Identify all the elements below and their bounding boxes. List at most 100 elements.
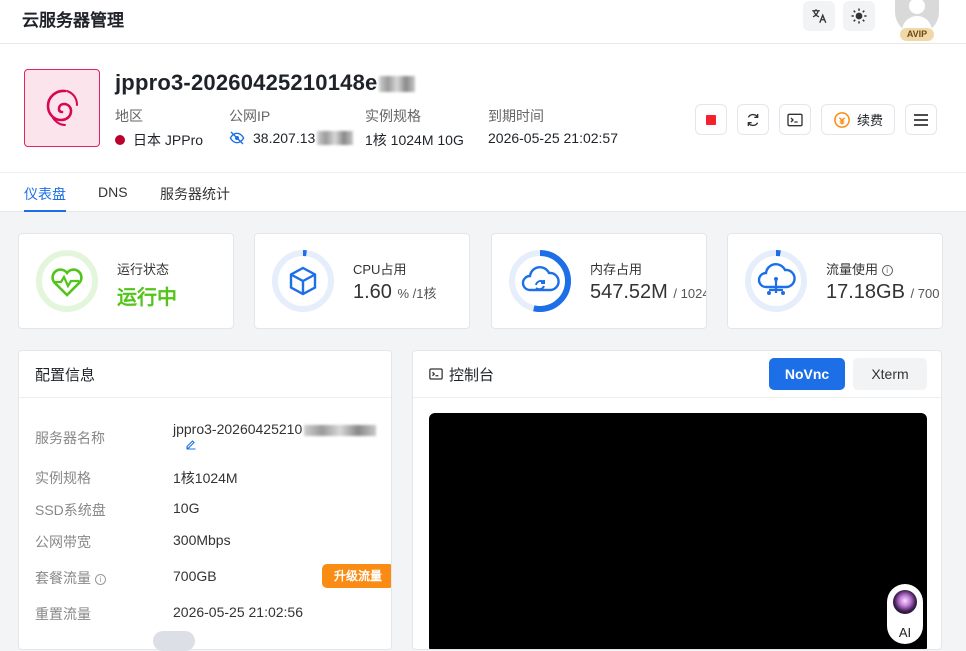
terminal-icon xyxy=(429,368,443,380)
config-panel: 配置信息 服务器名称 jppro3-20260425210 实例规格 1核1024… xyxy=(18,350,392,650)
cpu-value: 1.60 % /1核 xyxy=(353,281,437,304)
server-name-text: jppro3-20260425210148e xyxy=(115,70,378,95)
config-key: 服务器名称 xyxy=(35,430,105,446)
server-header: jppro3-20260425210148e 地区 日本 JPPro 公网IP … xyxy=(0,44,966,172)
meta-spec: 实例规格 1核 1024M 10G xyxy=(365,106,464,150)
memory-ring xyxy=(509,250,571,312)
expire-label: 到期时间 xyxy=(488,108,544,124)
traffic-value: 17.18GB / 700 xyxy=(826,281,939,304)
novnc-button[interactable]: NoVnc xyxy=(769,358,845,390)
tab-dashboard[interactable]: 仪表盘 xyxy=(24,184,66,204)
theme-toggle-button[interactable] xyxy=(843,1,875,31)
config-title: 配置信息 xyxy=(19,351,391,398)
cpu-label: CPU占用 xyxy=(353,262,407,277)
restart-button[interactable] xyxy=(737,104,769,135)
traffic-unit: / 700 xyxy=(910,286,940,301)
traffic-value-number: 17.18GB xyxy=(826,281,905,303)
debian-logo xyxy=(24,69,100,147)
status-label: 运行状态 xyxy=(117,262,170,277)
ai-label: AI xyxy=(898,625,912,640)
redacted-mask xyxy=(379,76,416,93)
memory-value-number: 547.52M xyxy=(590,281,668,303)
console-screen[interactable] xyxy=(429,413,927,649)
toggle-switch[interactable] xyxy=(153,631,195,651)
region-value: 日本 JPPro xyxy=(133,132,204,148)
spec-value: 1核 1024M 10G xyxy=(365,132,464,148)
cpu-value-number: 1.60 xyxy=(353,281,392,303)
config-key: 实例规格 xyxy=(35,470,91,486)
config-key: SSD系统盘 xyxy=(35,502,106,518)
traffic-ring xyxy=(745,250,807,312)
meta-region: 地区 日本 JPPro xyxy=(115,106,203,150)
region-label: 地区 xyxy=(115,108,143,124)
status-card: 运行状态 运行中 xyxy=(18,233,234,329)
xterm-button[interactable]: Xterm xyxy=(853,358,927,390)
meta-expire: 到期时间 2026-05-25 21:02:57 xyxy=(488,106,618,146)
ip-value: 38.207.13 xyxy=(253,130,316,146)
debian-swirl-icon xyxy=(46,89,78,126)
memory-card: 内存占用 547.52M / 1024M xyxy=(491,233,707,329)
more-menu-button[interactable] xyxy=(905,104,937,135)
menu-icon xyxy=(914,113,928,126)
edit-icon[interactable] xyxy=(185,438,197,450)
info-icon[interactable]: i xyxy=(94,574,106,585)
terminal-icon xyxy=(787,113,803,126)
upgrade-traffic-button[interactable]: 升级流量 xyxy=(322,564,391,588)
cpu-ring xyxy=(272,250,334,312)
traffic-card: 流量使用 i 17.18GB / 700 xyxy=(727,233,943,329)
config-value: jppro3-20260425210 xyxy=(173,421,377,437)
info-icon[interactable]: i xyxy=(881,265,893,276)
console-panel: 控制台 NoVnc Xterm xyxy=(412,350,942,650)
spec-label: 实例规格 xyxy=(365,108,421,124)
ai-assistant-button[interactable]: AI xyxy=(887,584,923,644)
tab-server-stats[interactable]: 服务器统计 xyxy=(160,184,230,204)
cube-icon xyxy=(289,266,317,296)
top-bar: 云服务器管理 AVIP xyxy=(0,0,966,44)
active-tab-underline xyxy=(24,210,66,212)
config-key: 公网带宽 xyxy=(35,534,91,550)
cloud-sync-icon xyxy=(521,266,560,292)
translate-icon xyxy=(812,9,827,24)
meta-ip: 公网IP 38.207.13 xyxy=(229,106,354,146)
ai-orb-icon xyxy=(893,590,917,614)
config-value: 2026-05-25 21:02:56 xyxy=(173,604,303,620)
server-name-value: jppro3-20260425210 xyxy=(173,421,303,437)
status-ring xyxy=(36,250,98,312)
memory-value: 547.52M / 1024M xyxy=(590,281,706,304)
coin-icon xyxy=(834,111,850,128)
traffic-label: 流量使用 i xyxy=(826,259,893,278)
cpu-unit: % /1核 xyxy=(397,286,437,301)
vip-badge: AVIP xyxy=(900,28,934,41)
japan-flag-icon xyxy=(115,135,125,145)
tab-bar: 仪表盘 DNS 服务器统计 xyxy=(0,172,966,212)
translate-button[interactable] xyxy=(803,1,835,31)
config-key: 套餐流量 i xyxy=(35,568,155,588)
redacted-mask xyxy=(304,424,377,436)
stop-button[interactable] xyxy=(695,104,727,135)
config-value: 10G xyxy=(173,500,200,516)
redacted-mask xyxy=(317,131,354,145)
ip-label: 公网IP xyxy=(229,108,271,124)
tab-dns[interactable]: DNS xyxy=(98,184,128,200)
config-value: 300Mbps xyxy=(173,532,231,548)
memory-label: 内存占用 xyxy=(590,262,643,277)
renew-label: 续费 xyxy=(856,113,883,128)
renew-button[interactable]: 续费 xyxy=(821,104,895,135)
eye-off-icon[interactable] xyxy=(229,131,245,145)
cpu-card: CPU占用 1.60 % /1核 xyxy=(254,233,470,329)
terminal-button[interactable] xyxy=(779,104,811,135)
memory-unit: / 1024M xyxy=(673,286,706,301)
traffic-label-text: 流量使用 xyxy=(826,262,879,277)
sun-icon xyxy=(851,8,867,24)
expire-value: 2026-05-25 21:02:57 xyxy=(488,130,618,146)
config-value: 1核1024M xyxy=(173,470,238,486)
status-value: 运行中 xyxy=(117,287,177,309)
stop-icon xyxy=(706,114,716,125)
config-key-text: 套餐流量 xyxy=(35,570,91,586)
refresh-icon xyxy=(747,113,759,126)
console-title: 控制台 xyxy=(449,366,495,384)
config-key: 重置流量 xyxy=(35,606,91,622)
app-title: 云服务器管理 xyxy=(22,11,124,30)
config-value: 700GB xyxy=(173,568,217,584)
server-name: jppro3-20260425210148e xyxy=(115,70,416,96)
